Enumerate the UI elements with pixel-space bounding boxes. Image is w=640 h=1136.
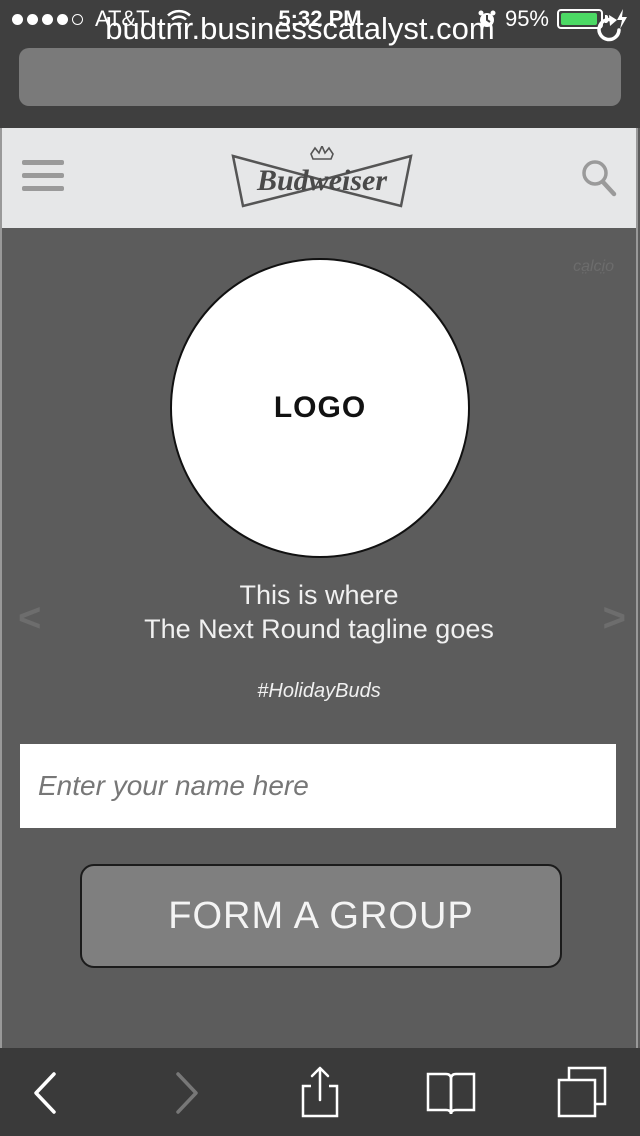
name-input[interactable]	[20, 744, 616, 828]
forward-icon[interactable]	[158, 1066, 212, 1120]
url-text[interactable]: budtnr.businesscatalyst.com	[0, 0, 640, 58]
form-a-group-button[interactable]: FORM A GROUP	[80, 864, 562, 968]
browser-toolbar	[0, 1048, 640, 1136]
site-header: Budweiser	[0, 128, 638, 228]
share-icon[interactable]	[293, 1066, 347, 1120]
tagline-line-1: This is where	[239, 580, 399, 610]
tagline-line-2: The Next Round tagline goes	[144, 614, 494, 644]
hamburger-menu-icon[interactable]	[22, 160, 64, 196]
reload-icon[interactable]	[594, 13, 626, 45]
logo-placeholder-text: LOGO	[273, 391, 367, 424]
budweiser-logo[interactable]: Budweiser	[227, 146, 417, 212]
corner-watermark: ca̤lci̤o	[573, 258, 614, 275]
main-content: ca̤lci̤o LOGO < > This is where The Next…	[0, 228, 638, 1048]
tabs-icon[interactable]	[555, 1066, 609, 1120]
search-icon[interactable]	[580, 158, 618, 198]
browser-chrome-top: AT&T 5:32 PM 95% budtnr.businesscatalyst…	[0, 0, 640, 128]
tagline: This is where The Next Round tagline goe…	[2, 578, 636, 646]
bookmarks-icon[interactable]	[424, 1066, 478, 1120]
hashtag: #HolidayBuds	[257, 680, 381, 702]
back-icon[interactable]	[28, 1066, 82, 1120]
brand-wordmark: Budweiser	[256, 164, 387, 197]
logo-placeholder-circle: LOGO	[170, 258, 470, 558]
